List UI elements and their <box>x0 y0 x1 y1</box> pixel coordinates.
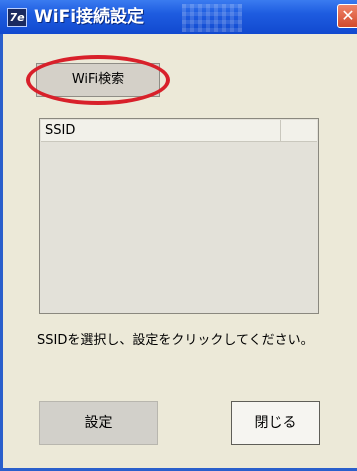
title-bar[interactable]: 7e WiFi接続設定 ✕ <box>0 0 357 34</box>
list-header: SSID <box>41 120 317 142</box>
column-header-ssid[interactable]: SSID <box>41 120 281 141</box>
wifi-settings-window: 7e WiFi接続設定 ✕ WiFi検索 SSID SSIDを選択し、設定をクリ… <box>0 0 357 471</box>
column-header-extra[interactable] <box>281 120 317 141</box>
title-bar-pattern <box>182 4 242 32</box>
app-icon: 7e <box>7 8 27 27</box>
close-button[interactable]: 閉じる <box>231 401 320 445</box>
instruction-text: SSIDを選択し、設定をクリックしてください。 <box>37 333 314 348</box>
wifi-search-button[interactable]: WiFi検索 <box>36 63 160 97</box>
ssid-list[interactable]: SSID <box>39 118 319 314</box>
window-close-icon[interactable]: ✕ <box>337 4 357 28</box>
settings-button[interactable]: 設定 <box>39 401 158 445</box>
window-title: WiFi接続設定 <box>34 7 145 27</box>
